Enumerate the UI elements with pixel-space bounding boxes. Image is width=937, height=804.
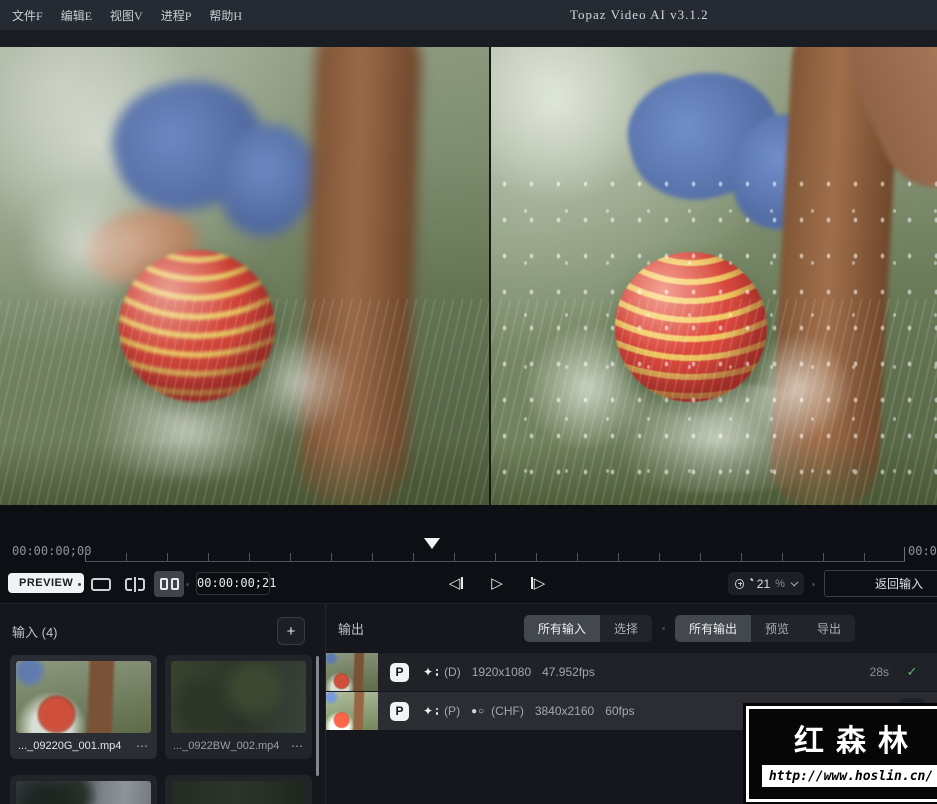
zoom-magnifier-icon	[735, 578, 744, 589]
step-forward-button[interactable]: ▷	[524, 569, 552, 597]
tab-all-outputs[interactable]: 所有输出	[674, 615, 751, 642]
output-duration: 28s	[869, 665, 889, 679]
add-input-button[interactable]: +	[277, 617, 305, 645]
playback-controls: ◁ ▷ ▷	[442, 569, 552, 597]
input-thumbnail-2	[171, 661, 306, 733]
output-codec: (CHF)	[491, 704, 524, 718]
side-by-side-view-icon	[159, 578, 179, 590]
preview-badge: P	[390, 662, 409, 682]
input-list-scrollbar[interactable]	[316, 656, 319, 776]
header-spacer	[0, 30, 937, 47]
tab-previews[interactable]: 预览	[750, 615, 803, 642]
single-view-button[interactable]	[86, 571, 116, 597]
split-view-icon	[125, 576, 145, 592]
watermark-url: http://www.hoslin.cn/	[768, 769, 934, 784]
preview-input-pane[interactable]	[0, 47, 489, 505]
menu-process[interactable]: 进程P	[161, 7, 192, 24]
menu-edit[interactable]: 编辑E	[61, 7, 92, 24]
zoom-value: 21	[756, 576, 771, 591]
split-view-button[interactable]	[120, 571, 150, 597]
output-tag: (P)	[444, 704, 461, 718]
input-item-1[interactable]: ..._09220G_001.mp4 ⋯	[10, 655, 157, 759]
input-list: ..._09220G_001.mp4 ⋯ ..._0922BW_002.mp4 …	[0, 655, 312, 804]
tab-selected[interactable]: 选择	[599, 615, 652, 642]
input-item-2[interactable]: ..._0922BW_002.mp4 ⋯	[165, 655, 312, 759]
input-filename-1: ..._09220G_001.mp4	[18, 740, 122, 752]
input-panel-title: 输入 (4)	[12, 624, 58, 640]
ai-enhance-icon: ✦	[423, 704, 434, 718]
step-forward-icon: ▷	[533, 575, 546, 592]
single-view-icon	[91, 577, 111, 591]
menu-items: 文件F 编辑E 视图V 进程P 帮助H	[0, 7, 242, 24]
timeline-ruler[interactable]	[85, 535, 905, 562]
timeline-end-timecode: 00:00:	[908, 544, 937, 558]
window-title: Topaz Video AI v3.1.2	[570, 7, 709, 22]
preview-button[interactable]: PREVIEW	[8, 573, 85, 593]
output-resolution: 1920x1080	[471, 665, 532, 679]
water-droplets	[491, 166, 937, 505]
video-preview	[0, 47, 937, 505]
input-item-4[interactable]	[165, 775, 312, 804]
menu-bar: 文件F 编辑E 视图V 进程P 帮助H Topaz Video AI v3.1.…	[0, 0, 937, 30]
step-back-icon: ◁	[448, 575, 461, 592]
transport-bar: 00:00:00;00 00:00: PREVIEW 00:00:00;21	[0, 505, 937, 603]
zoom-level-select[interactable]: 21 %	[728, 572, 804, 595]
tab-all-inputs[interactable]: 所有输入	[523, 615, 600, 642]
output-tabs: 所有输入 选择 所有输出 预览 导出	[523, 615, 855, 642]
preview-output-pane[interactable]	[491, 47, 937, 505]
output-row-thumbnail	[326, 653, 378, 691]
transport-controls: PREVIEW 00:00:00;21 ◁ ▷ ▷ 21 % 返回输入	[0, 568, 937, 600]
output-resolution: 3840x2160	[534, 704, 595, 718]
output-framerate: 47.952fps	[542, 665, 595, 679]
zoom-unit: %	[775, 577, 785, 590]
input-item-menu-icon[interactable]: ⋯	[136, 739, 149, 753]
preview-badge: P	[390, 701, 409, 721]
menu-help[interactable]: 帮助H	[209, 7, 242, 24]
watermark: 红森林 http://www.hoslin.cn/	[746, 706, 937, 802]
input-thumbnail-3	[16, 781, 151, 804]
input-thumbnail-4	[171, 781, 306, 804]
output-panel-title: 输出	[338, 622, 365, 637]
chevron-down-icon	[790, 578, 799, 587]
menu-view[interactable]: 视图V	[110, 7, 143, 24]
topaz-video-ai-window: 文件F 编辑E 视图V 进程P 帮助H Topaz Video AI v3.1.…	[0, 0, 937, 804]
output-complete-check-icon[interactable]: ✓	[899, 659, 925, 685]
input-item-menu-icon[interactable]: ⋯	[291, 739, 304, 753]
play-icon: ▷	[491, 575, 503, 592]
output-framerate: 60fps	[605, 704, 635, 718]
return-to-input-button[interactable]: 返回输入	[824, 570, 937, 597]
input-thumbnail-1	[16, 661, 151, 733]
tab-exports[interactable]: 导出	[802, 615, 855, 642]
input-panel: 输入 (4) + ..._09220G_001.mp4 ⋯ ..._0922BW…	[0, 604, 325, 804]
menu-file[interactable]: 文件F	[12, 7, 43, 24]
input-filename-2: ..._0922BW_002.mp4	[173, 740, 280, 752]
output-row-thumbnail	[326, 692, 378, 730]
playhead-marker[interactable]	[424, 538, 440, 549]
watermark-name: 红森林	[794, 725, 920, 758]
ai-enhance-icon: ✦	[423, 665, 434, 679]
step-back-button[interactable]: ◁	[442, 569, 470, 597]
play-button[interactable]: ▷	[483, 569, 511, 597]
side-by-side-view-button[interactable]	[154, 571, 184, 597]
output-row-1[interactable]: P ✦ (D) 1920x1080 47.952fps 28s ✓	[326, 653, 937, 691]
current-timecode-input[interactable]: 00:00:00;21	[196, 572, 276, 595]
codec-dots-icon: ●○	[471, 705, 486, 717]
view-mode-group	[86, 571, 184, 597]
output-tag: (D)	[444, 665, 461, 679]
input-item-3[interactable]	[10, 775, 157, 804]
timeline-start-timecode: 00:00:00;00	[12, 544, 92, 558]
